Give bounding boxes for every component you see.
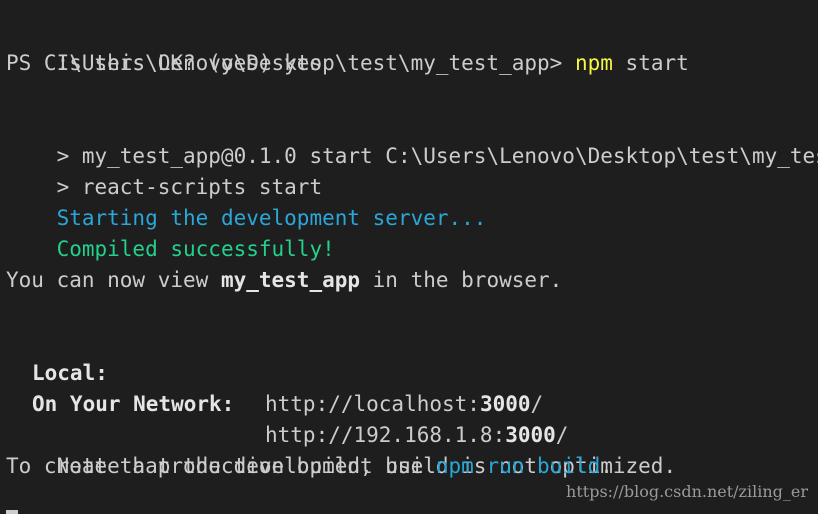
prompt-line: PS C:\Users\Lenovo\Desktop\test\my_test_…: [6, 48, 689, 79]
network-label: On Your Network:: [32, 392, 235, 416]
local-url-suffix: /: [530, 392, 544, 416]
view-prefix: You can now view: [6, 268, 221, 292]
local-port: 3000: [479, 392, 531, 416]
create-suffix: .: [600, 454, 613, 478]
compiled-line: Compiled successfully!: [6, 203, 335, 261]
create-build-line: To create a production build, use npm ru…: [6, 451, 613, 482]
prompt-command-arg: start: [625, 51, 689, 75]
watermark: https://blog.csdn.net/ziling_er: [566, 482, 808, 501]
note-line: Note that the development build is not o…: [6, 420, 677, 478]
create-prefix: To create a production build, use: [6, 454, 436, 478]
view-app-name: my_test_app: [220, 268, 361, 292]
terminal-window[interactable]: Is this OK? (yes) yes PS C:\Users\Lenovo…: [0, 0, 818, 514]
starting-server-line: Starting the development server...: [6, 172, 487, 230]
script-line-2: > react-scripts start: [6, 141, 323, 199]
network-url-line: On Your Network: http://192.168.1.8:3000…: [6, 358, 568, 447]
local-url-line: Local: http://localhost:3000/: [6, 327, 543, 416]
create-command: npm run build: [435, 454, 601, 478]
terminal-cursor: [6, 510, 18, 514]
view-app-line: You can now view my_test_app in the brow…: [6, 265, 562, 296]
local-url-prefix: http://localhost:: [265, 392, 480, 416]
view-suffix: in the browser.: [360, 268, 563, 292]
compiled-text: Compiled successfully!: [56, 237, 335, 261]
prompt-path: PS C:\Users\Lenovo\Desktop\test\my_test_…: [6, 51, 563, 75]
script-line-1: > my_test_app@0.1.0 start C:\Users\Lenov…: [6, 110, 818, 168]
local-url[interactable]: http://localhost:3000/: [265, 389, 543, 420]
prompt-command-npm: npm: [574, 51, 613, 75]
confirm-line: Is this OK? (yes) yes: [6, 17, 323, 75]
